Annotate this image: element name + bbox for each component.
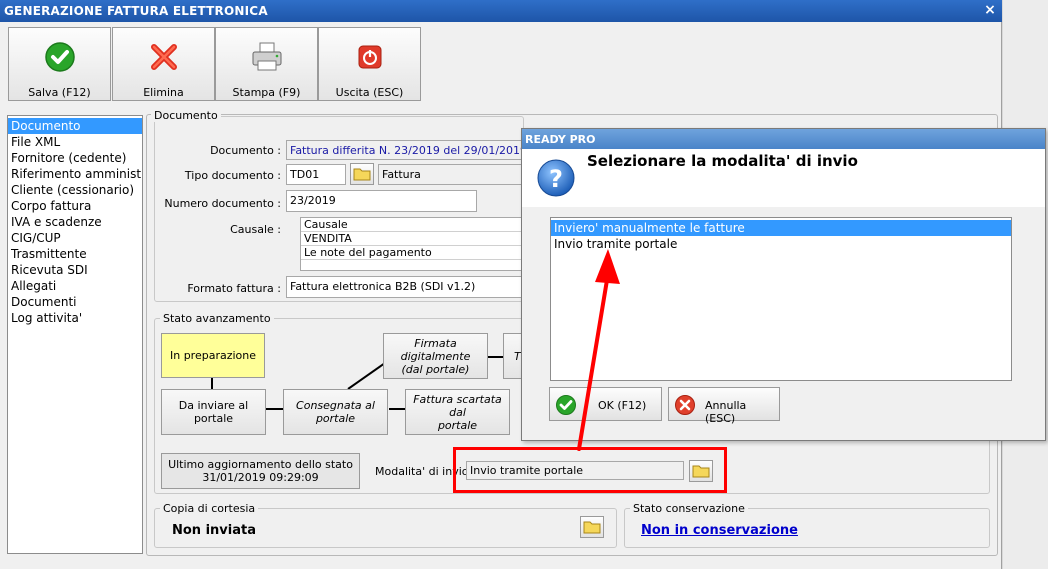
- svg-text:?: ?: [549, 165, 563, 193]
- state-trasmessa-label: T: [514, 349, 521, 363]
- section-item-trasmittente[interactable]: Trasmittente: [8, 246, 142, 262]
- exit-button[interactable]: Uscita (ESC): [318, 27, 421, 101]
- state-fattura-scartata: Fattura scartata dal portale: [405, 389, 510, 435]
- causale-line: Le note del pagamento: [301, 246, 521, 260]
- dialog-question: Selezionare la modalita' di invio: [587, 152, 858, 170]
- state-firmata-line1: Firmata digitalmente: [400, 336, 471, 363]
- section-item-riferimento[interactable]: Riferimento amministra: [8, 166, 142, 182]
- state-firmata-line2: (dal portale): [401, 362, 470, 376]
- check-icon: [556, 395, 576, 415]
- folder-icon: [583, 521, 601, 534]
- causale-label: Causale :: [230, 223, 281, 236]
- state-in-preparazione: In preparazione: [161, 333, 265, 378]
- stato-avanzamento-title: Stato avanzamento: [160, 312, 274, 325]
- dialog-title: READY PRO: [522, 129, 1045, 149]
- causale-textarea[interactable]: Causale VENDITA Le note del pagamento: [300, 217, 522, 271]
- state-trasmessa: T: [503, 333, 522, 379]
- tipo-documento-browse-button[interactable]: [350, 163, 374, 185]
- formato-fattura-label: Formato fattura :: [187, 282, 281, 295]
- section-item-documenti[interactable]: Documenti: [8, 294, 142, 310]
- delete-button[interactable]: Elimina: [112, 27, 215, 101]
- section-item-ricevuta-sdi[interactable]: Ricevuta SDI: [8, 262, 142, 278]
- printer-icon: [252, 42, 281, 71]
- tipo-documento-desc-field: Fattura: [378, 164, 522, 185]
- print-button[interactable]: Stampa (F9): [215, 27, 318, 101]
- section-list[interactable]: Documento File XML Fornitore (cedente) R…: [7, 115, 143, 554]
- save-button[interactable]: Salva (F12): [8, 27, 111, 101]
- invio-mode-list[interactable]: Inviero' manualmente le fatture Invio tr…: [550, 217, 1012, 381]
- option-invio-portale[interactable]: Invio tramite portale: [551, 236, 1011, 252]
- dialog-cancel-label: Annulla (ESC): [705, 399, 747, 425]
- delete-button-label: Elimina: [143, 86, 184, 99]
- documento-field: Fattura differita N. 23/2019 del 29/01/2…: [286, 140, 522, 160]
- folder-icon: [353, 168, 371, 181]
- section-item-corpo-fattura[interactable]: Corpo fattura: [8, 198, 142, 214]
- dialog-ok-label: OK (F12): [598, 399, 647, 412]
- check-icon: [44, 42, 75, 72]
- ultimo-aggiornamento-value: 31/01/2019 09:29:09: [202, 471, 319, 484]
- causale-line: [301, 260, 521, 270]
- state-consegnata-line1: Consegnata al: [296, 399, 375, 412]
- exit-button-label: Uscita (ESC): [335, 86, 404, 99]
- section-item-allegati[interactable]: Allegati: [8, 278, 142, 294]
- causale-line: Causale: [301, 218, 521, 232]
- documento-group-title: Documento: [151, 109, 221, 122]
- section-item-documento[interactable]: Documento: [8, 118, 142, 134]
- section-item-cliente[interactable]: Cliente (cessionario): [8, 182, 142, 198]
- state-firmata-digitalmente: Firmata digitalmente (dal portale): [383, 333, 488, 379]
- stato-conservazione-title: Stato conservazione: [630, 502, 748, 515]
- state-da-inviare-label: Da inviare al portale: [178, 399, 249, 425]
- documento-label: Documento :: [210, 144, 281, 157]
- section-item-file-xml[interactable]: File XML: [8, 134, 142, 150]
- highlight-rectangle: [453, 447, 727, 493]
- close-window-button[interactable]: ×: [981, 2, 999, 19]
- copia-cortesia-status: Non inviata: [172, 523, 256, 538]
- dialog-header: ? Selezionare la modalita' di invio: [522, 149, 1045, 207]
- state-scartata-line2: portale: [437, 418, 478, 432]
- state-consegnata-line2: portale: [315, 412, 356, 425]
- tipo-documento-label: Tipo documento :: [184, 169, 281, 182]
- numero-documento-label: Numero documento :: [164, 197, 281, 210]
- dialog-cancel-button[interactable]: Annulla (ESC): [668, 387, 780, 425]
- dialog-ok-button[interactable]: OK (F12): [549, 387, 662, 421]
- section-item-fornitore[interactable]: Fornitore (cedente): [8, 150, 142, 166]
- ultimo-aggiornamento-box: Ultimo aggiornamento dello stato 31/01/2…: [161, 453, 360, 489]
- option-invio-manuale[interactable]: Inviero' manualmente le fatture: [551, 220, 1011, 236]
- numero-documento-field[interactable]: 23/2019: [286, 190, 477, 212]
- power-off-icon: [358, 45, 381, 69]
- causale-line: VENDITA: [301, 232, 521, 246]
- invio-mode-dialog: READY PRO ? Selezionare la modalita' di …: [521, 128, 1046, 441]
- stato-conservazione-link[interactable]: Non in conservazione: [641, 523, 798, 538]
- state-scartata-line1: Fattura scartata dal: [413, 392, 502, 419]
- tipo-documento-code-field[interactable]: TD01: [286, 164, 346, 185]
- save-button-label: Salva (F12): [28, 86, 91, 99]
- state-da-inviare: Da inviare al portale: [161, 389, 266, 435]
- print-button-label: Stampa (F9): [232, 86, 301, 99]
- question-icon: ?: [537, 159, 575, 197]
- state-consegnata: Consegnata al portale: [283, 389, 388, 435]
- cancel-icon: [675, 395, 695, 415]
- ultimo-aggiornamento-label: Ultimo aggiornamento dello stato: [168, 458, 353, 471]
- window-title: GENERAZIONE FATTURA ELETTRONICA: [0, 0, 1002, 22]
- delete-x-icon: [150, 44, 177, 70]
- copia-cortesia-title: Copia di cortesia: [160, 502, 259, 515]
- section-item-iva-scadenze[interactable]: IVA e scadenze: [8, 214, 142, 230]
- section-item-cig-cup[interactable]: CIG/CUP: [8, 230, 142, 246]
- formato-fattura-select[interactable]: Fattura elettronica B2B (SDI v1.2): [286, 276, 522, 298]
- copia-cortesia-browse-button[interactable]: [580, 516, 604, 538]
- section-item-log[interactable]: Log attivita': [8, 310, 142, 326]
- state-in-preparazione-label: In preparazione: [169, 349, 257, 362]
